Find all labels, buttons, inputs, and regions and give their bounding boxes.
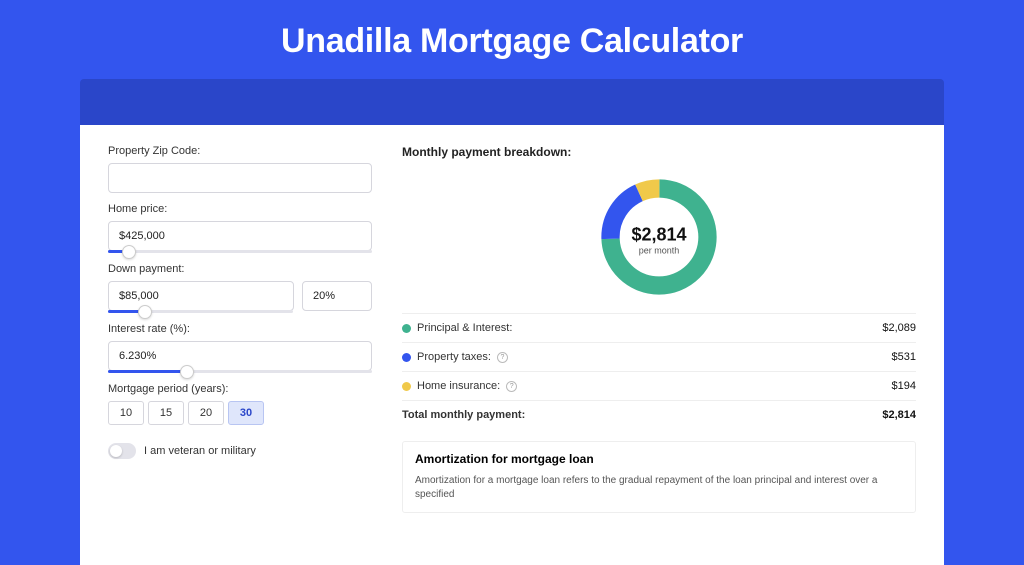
home-price-slider[interactable] xyxy=(108,250,372,253)
period-button-10[interactable]: 10 xyxy=(108,401,144,425)
veteran-toggle[interactable] xyxy=(108,443,136,459)
veteran-label: I am veteran or military xyxy=(144,445,256,457)
mortgage-period-label: Mortgage period (years): xyxy=(108,383,372,395)
breakdown-label: Home insurance: xyxy=(417,380,500,392)
amortization-title: Amortization for mortgage loan xyxy=(415,452,903,466)
home-price-input[interactable] xyxy=(108,221,372,251)
header-band xyxy=(80,79,944,125)
breakdown-row: Principal & Interest: $2,089 xyxy=(402,313,916,342)
zip-input[interactable] xyxy=(108,163,372,193)
calculator-panel: Property Zip Code: Home price: Down paym… xyxy=(80,125,944,565)
period-button-30[interactable]: 30 xyxy=(228,401,264,425)
slider-thumb[interactable] xyxy=(138,305,152,319)
interest-rate-input[interactable] xyxy=(108,341,372,371)
info-icon[interactable]: ? xyxy=(497,352,508,363)
mortgage-period-options: 10152030 xyxy=(108,401,372,425)
zip-label: Property Zip Code: xyxy=(108,145,372,157)
period-button-15[interactable]: 15 xyxy=(148,401,184,425)
legend-dot xyxy=(402,324,411,333)
amortization-box: Amortization for mortgage loan Amortizat… xyxy=(402,441,916,513)
breakdown-column: Monthly payment breakdown: $2,814 per mo… xyxy=(402,145,916,565)
breakdown-value: $194 xyxy=(892,380,916,392)
breakdown-value: $2,089 xyxy=(882,322,916,334)
legend-dot xyxy=(402,353,411,362)
interest-rate-label: Interest rate (%): xyxy=(108,323,372,335)
slider-thumb[interactable] xyxy=(122,245,136,259)
breakdown-row: Home insurance:? $194 xyxy=(402,371,916,400)
donut-amount: $2,814 xyxy=(631,225,686,246)
total-value: $2,814 xyxy=(882,409,916,421)
down-payment-amount-input[interactable] xyxy=(108,281,294,311)
period-button-20[interactable]: 20 xyxy=(188,401,224,425)
slider-fill xyxy=(108,370,187,373)
breakdown-label: Property taxes: xyxy=(417,351,491,363)
page-title: Unadilla Mortgage Calculator xyxy=(0,0,1024,61)
info-icon[interactable]: ? xyxy=(506,381,517,392)
donut-chart: $2,814 per month xyxy=(402,165,916,313)
down-payment-label: Down payment: xyxy=(108,263,372,275)
amortization-text: Amortization for a mortgage loan refers … xyxy=(415,474,903,502)
donut-sub: per month xyxy=(631,246,686,256)
breakdown-value: $531 xyxy=(892,351,916,363)
legend-dot xyxy=(402,382,411,391)
interest-rate-slider[interactable] xyxy=(108,370,372,373)
breakdown-row: Property taxes:? $531 xyxy=(402,342,916,371)
slider-thumb[interactable] xyxy=(180,365,194,379)
breakdown-title: Monthly payment breakdown: xyxy=(402,145,916,159)
total-label: Total monthly payment: xyxy=(402,409,525,421)
home-price-label: Home price: xyxy=(108,203,372,215)
inputs-column: Property Zip Code: Home price: Down paym… xyxy=(108,145,372,565)
down-payment-pct-input[interactable] xyxy=(302,281,372,311)
down-payment-slider[interactable] xyxy=(108,310,293,313)
breakdown-label: Principal & Interest: xyxy=(417,322,512,334)
